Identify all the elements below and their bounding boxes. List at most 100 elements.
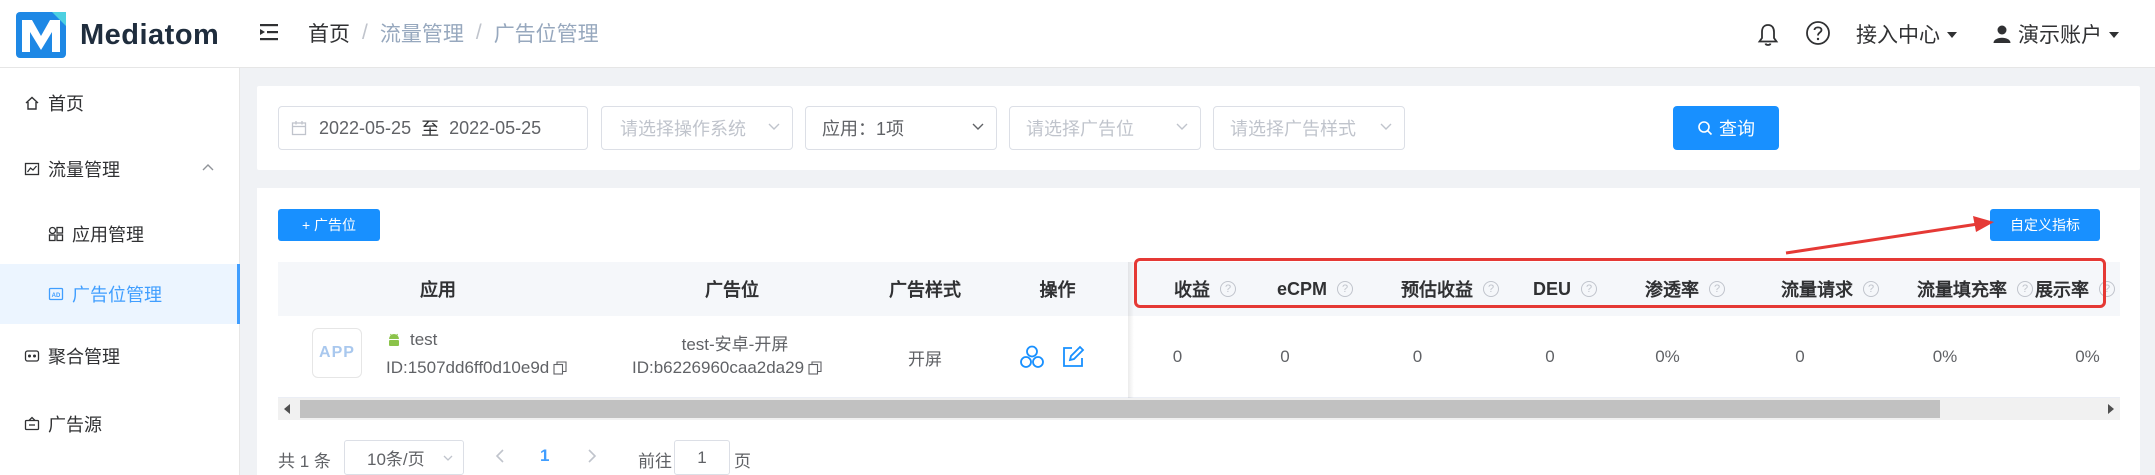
chevron-up-icon	[202, 164, 214, 171]
adslot-name: test-安卓-开屏	[681, 335, 789, 354]
help-icon[interactable]	[1805, 20, 1831, 46]
copy-icon[interactable]	[808, 361, 822, 375]
search-icon	[1698, 121, 1713, 136]
scrollbar-thumb[interactable]	[300, 400, 1940, 418]
breadcrumb-traffic[interactable]: 流量管理	[380, 18, 464, 48]
sidebar-item-home[interactable]: 首页	[0, 73, 240, 133]
metric-cell-revenue: 0	[1140, 316, 1215, 398]
caret-down-icon	[1947, 32, 1957, 38]
traffic-icon	[24, 162, 40, 176]
metric-value: 0	[1545, 347, 1555, 366]
custom-metrics-label: 自定义指标	[2010, 217, 2080, 233]
os-select-placeholder: 请选择操作系统	[620, 119, 746, 139]
ad-style-select[interactable]: 请选择广告样式	[1213, 106, 1405, 150]
breadcrumb-current: 广告位管理	[493, 23, 599, 46]
account-menu[interactable]: 演示账户	[1992, 19, 2119, 49]
app-icon-text: APP	[319, 344, 355, 361]
column-header-label: 操作	[1039, 280, 1076, 300]
adslot-select[interactable]: 请选择广告位	[1009, 106, 1201, 150]
metric-value: 0%	[1932, 347, 1958, 366]
pagination-total: 共 1 条	[278, 452, 331, 471]
copy-icon[interactable]	[553, 361, 567, 375]
metric-cell-traffic-requests: 0	[1740, 316, 1860, 398]
goto-page-input[interactable]: 1	[674, 440, 730, 475]
caret-down-icon	[2109, 32, 2119, 38]
metric-cell-fill-rate: 0%	[1875, 316, 2015, 398]
metric-value: 0	[1412, 347, 1423, 366]
app-select-value: 应用：1项	[822, 119, 905, 139]
sidebar-item-app-management[interactable]: 应用管理	[0, 204, 240, 264]
calendar-icon	[291, 121, 307, 136]
goto-suffix: 页	[734, 452, 751, 471]
app-icon: APP	[312, 328, 362, 378]
goto-label: 前往	[638, 452, 672, 471]
ad-slot-icon: AD	[48, 287, 64, 301]
app-name: Mediatom	[80, 18, 220, 51]
metric-value: 0%	[2075, 347, 2100, 366]
ad-style: 开屏	[908, 349, 942, 369]
sidebar-item-ad-slot-management[interactable]: AD 广告位管理	[0, 264, 240, 324]
chevron-down-icon	[1380, 123, 1392, 130]
breadcrumb-separator: /	[475, 21, 482, 44]
date-range-separator: 至	[421, 119, 440, 139]
metric-value: 0	[1280, 347, 1290, 366]
table-horizontal-scrollbar[interactable]	[278, 398, 2120, 420]
access-center-menu[interactable]: 接入中心	[1856, 19, 1957, 49]
metric-value: 0	[1172, 347, 1183, 366]
sidebar: 首页 流量管理 应用管理 AD 广告位管理 聚合管理 广告源	[0, 68, 240, 475]
breadcrumb-home[interactable]: 首页	[308, 18, 350, 48]
adslot-select-placeholder: 请选择广告位	[1026, 119, 1134, 139]
ad-source-icon	[24, 416, 40, 431]
os-select[interactable]: 请选择操作系统	[601, 106, 793, 150]
page-number-current[interactable]: 1	[540, 446, 549, 466]
metric-cell-est-revenue: 0	[1360, 316, 1475, 398]
date-start: 2022-05-25	[319, 117, 412, 138]
sidebar-item-label: 聚合管理	[48, 347, 120, 367]
account-label: 演示账户	[2018, 24, 2102, 47]
column-header-label: 广告位	[705, 280, 759, 300]
scroll-left-arrow-icon[interactable]	[284, 404, 290, 414]
date-end: 2022-05-25	[449, 117, 542, 138]
svg-text:AD: AD	[52, 293, 61, 299]
apps-icon	[48, 226, 64, 242]
custom-metrics-button[interactable]: 自定义指标	[1990, 209, 2100, 241]
app-logo[interactable]: Mediatom	[16, 10, 219, 60]
sidebar-item-traffic[interactable]: 流量管理	[0, 139, 240, 199]
column-header-label: 应用	[420, 280, 456, 300]
app-id-cell: ID:1507dd6ff0d10e9d	[386, 358, 567, 378]
user-icon	[1993, 25, 2011, 43]
chevron-down-icon	[972, 123, 984, 130]
app-name: test	[410, 330, 438, 349]
app-id: ID:1507dd6ff0d10e9d	[386, 358, 550, 377]
chevron-down-icon	[1176, 123, 1188, 130]
next-page-icon[interactable]	[586, 446, 598, 466]
add-adslot-label: + 广告位	[301, 217, 357, 233]
sidebar-item-aggregation[interactable]: 聚合管理	[0, 326, 240, 386]
sidebar-item-label: 流量管理	[48, 160, 120, 180]
page-size-select[interactable]: 10条/页	[344, 440, 464, 475]
bell-icon[interactable]	[1755, 22, 1781, 48]
breadcrumb: 首页 / 流量管理 / 广告位管理	[308, 18, 599, 48]
column-header-ops: 操作	[1010, 262, 1105, 316]
edit-icon[interactable]	[1060, 344, 1086, 370]
sidebar-item-ad-source[interactable]: 广告源	[0, 394, 240, 454]
mediatom-logo-icon	[16, 12, 66, 58]
prev-page-icon[interactable]	[494, 446, 506, 466]
column-header-app: 应用	[278, 262, 598, 316]
metric-cell-show-rate: 0%	[2040, 316, 2135, 398]
top-header: Mediatom 首页 / 流量管理 / 广告位管理 接入中心 演示账户	[0, 0, 2155, 68]
app-select[interactable]: 应用：1项	[805, 106, 997, 150]
page-size-value: 10条/页	[367, 450, 425, 469]
ad-style-cell: 开屏	[870, 316, 980, 398]
ad-style-select-placeholder: 请选择广告样式	[1230, 119, 1356, 139]
metrics-highlight-box	[1134, 258, 2106, 308]
sidebar-item-label: 广告位管理	[72, 285, 162, 305]
scroll-right-arrow-icon[interactable]	[2108, 404, 2114, 414]
chevron-down-icon	[443, 455, 453, 461]
aggregate-config-icon[interactable]	[1019, 344, 1045, 370]
add-adslot-button[interactable]: + 广告位	[278, 209, 380, 241]
date-range-picker[interactable]: 2022-05-25 至 2022-05-25	[278, 106, 588, 150]
column-header-style: 广告样式	[870, 262, 980, 316]
search-button[interactable]: 查询	[1673, 106, 1779, 150]
menu-collapse-icon[interactable]	[258, 20, 282, 44]
